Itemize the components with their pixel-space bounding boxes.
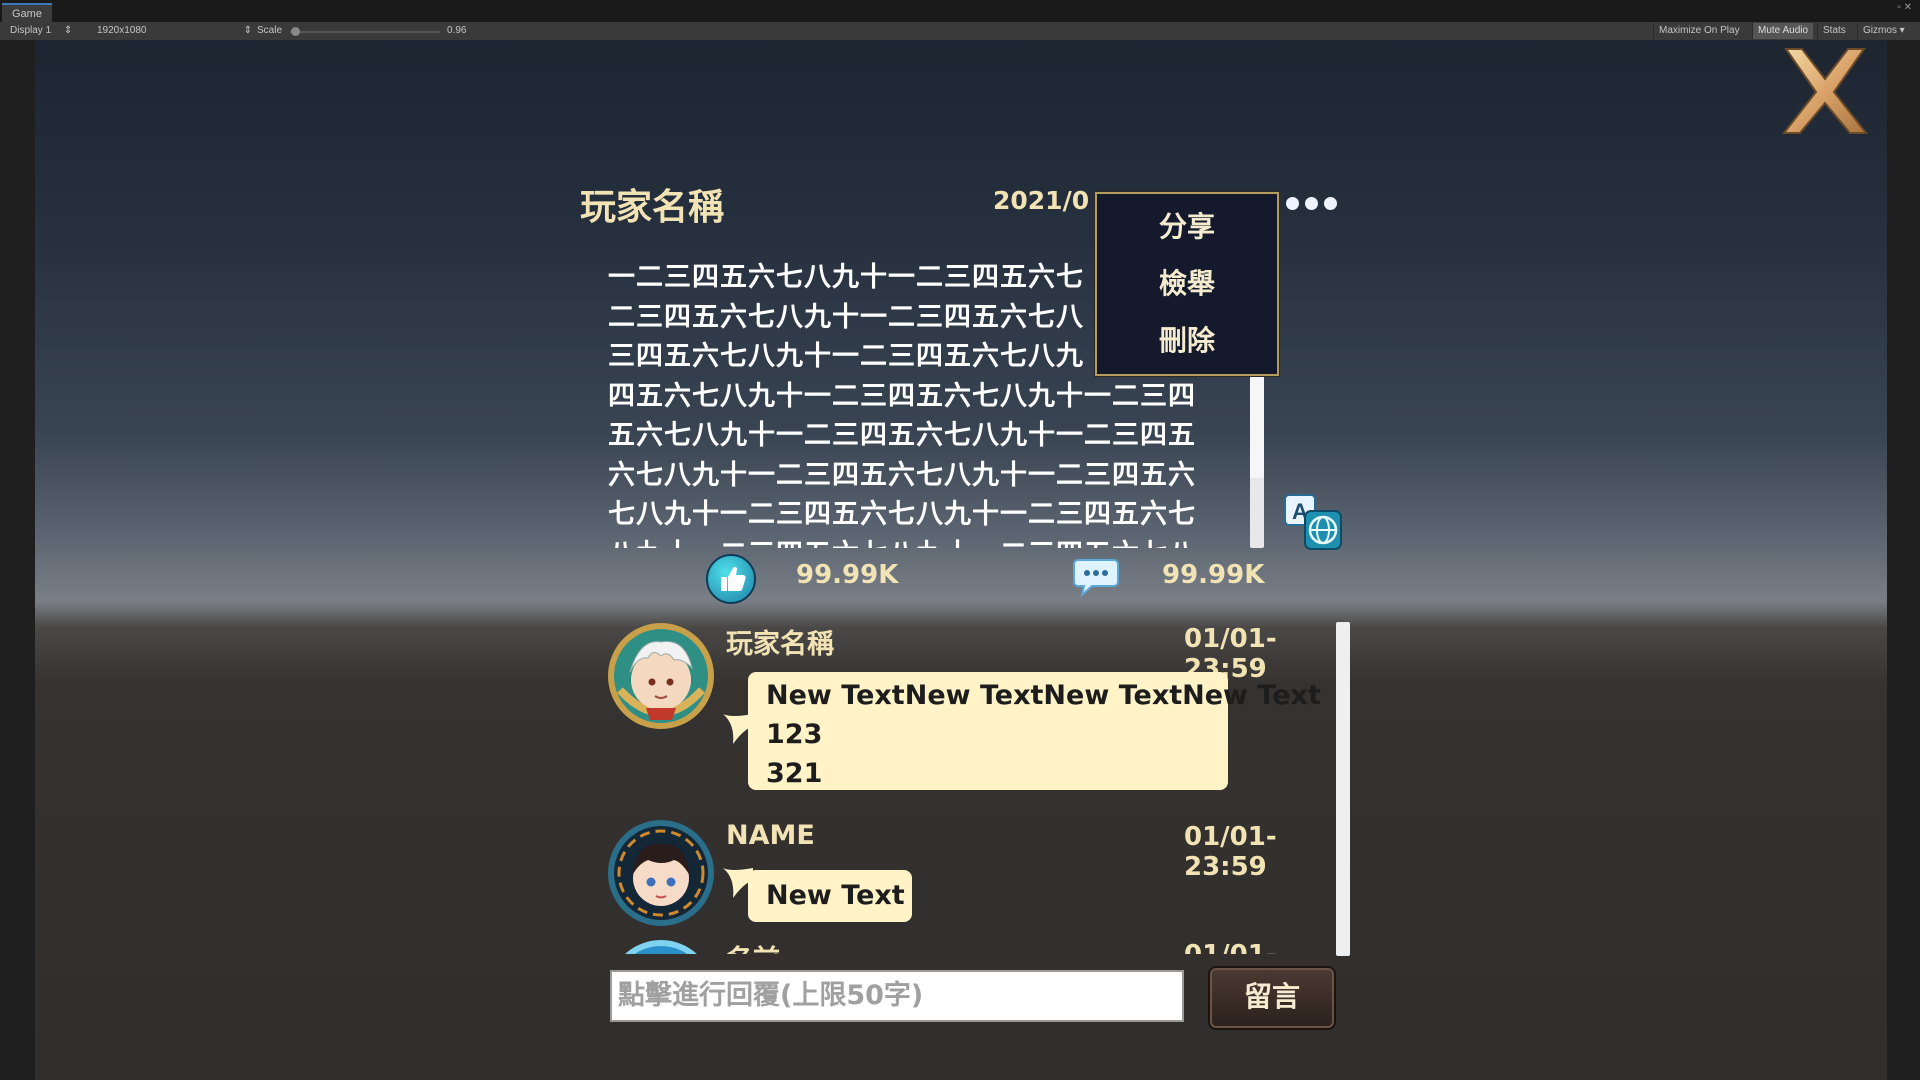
comment-timestamp: 01/01-23:59 [1184, 822, 1277, 882]
comment-list-scrollbar[interactable] [1336, 622, 1350, 956]
post-text-line: 五六七八九十一二三四五六七八九十一二三四五 [608, 420, 1196, 451]
gizmos-button[interactable]: Gizmos ▾ [1857, 23, 1910, 39]
reply-input[interactable]: 點擊進行回覆(上限50字) [610, 970, 1184, 1022]
mute-audio-button[interactable]: Mute Audio [1752, 23, 1814, 39]
stats-button[interactable]: Stats [1817, 23, 1851, 39]
maximize-on-play-button[interactable]: Maximize On Play [1653, 23, 1745, 39]
close-icon[interactable] [1778, 45, 1872, 139]
gizmos-label: Gizmos [1863, 25, 1897, 36]
like-count: 99.99K [796, 560, 899, 590]
menu-item-share[interactable]: 分享 [1097, 202, 1277, 252]
submit-comment-button[interactable]: 留言 [1208, 966, 1336, 1030]
scale-slider-handle[interactable] [291, 27, 300, 36]
post-body-scrollbar-thumb[interactable] [1250, 370, 1264, 478]
comment-author-name: 玩家名稱 [726, 629, 834, 660]
comment-list[interactable]: 玩家名稱 01/01-23:59 New TextNew TextNew Tex… [606, 616, 1326, 954]
comment-bubble: New Text [748, 870, 912, 922]
more-dot-icon [1305, 197, 1318, 210]
comment-timestamp: 01/01-23:59 [1184, 940, 1326, 954]
comment-text-line: New TextNew TextNew TextNew Text [766, 680, 1321, 711]
post-text-line: 六七八九十一二三四五六七八九十一二三四五六 [608, 459, 1196, 491]
window-controls[interactable]: ▫ ✕ [1897, 2, 1912, 13]
game-view-toolbar: Display 1 ⇕ 1920x1080 ⇕ Scale 0.96 Maximi… [0, 22, 1920, 41]
comment-count: 99.99K [1162, 560, 1265, 590]
comment-text-line: 123 [766, 719, 823, 750]
comment-bubble-icon[interactable] [1072, 557, 1120, 597]
post-options-menu: 分享 檢舉 刪除 [1095, 192, 1279, 376]
avatar[interactable] [606, 938, 716, 954]
thumbs-up-icon [721, 566, 746, 591]
resolution-select[interactable]: 1920x1080 ⇕ [97, 22, 252, 40]
more-dot-icon [1286, 197, 1299, 210]
comment-text-line: 321 [766, 758, 823, 789]
game-tab[interactable]: Game [2, 3, 52, 24]
post-text-line: 八九十一二三四五六七八九十一二三四五六七八 [608, 535, 1228, 549]
display-label: Display 1 [10, 25, 52, 36]
game-view-margin-left [0, 40, 35, 1080]
comment-bubble: New TextNew TextNew TextNew Text 123 321 [748, 672, 1321, 790]
menu-item-delete[interactable]: 刪除 [1097, 316, 1277, 366]
post-date: 2021/01 [993, 186, 1088, 215]
like-button[interactable] [706, 554, 756, 604]
scale-label: Scale [257, 25, 283, 36]
game-view-margin-right [1887, 40, 1920, 1080]
reply-placeholder: 點擊進行回覆(上限50字) [618, 980, 924, 1011]
resolution-label: 1920x1080 [97, 25, 147, 36]
game-tab-label: Game [12, 8, 42, 20]
comment-author-name: NAME [726, 820, 815, 851]
post-text-line: 七八九十一二三四五六七八九十一二三四五六七 [608, 499, 1196, 530]
display-select[interactable]: Display 1 ⇕ [10, 22, 72, 40]
avatar[interactable] [606, 818, 716, 928]
more-dot-icon [1324, 197, 1337, 210]
comment-text-line: New Text [766, 880, 905, 911]
comment-author-name: 名前 [726, 938, 780, 954]
scale-value: 0.96 [447, 25, 467, 36]
scale-slider-track[interactable] [290, 31, 440, 33]
editor-tab-bar: Game ▫ ✕ [0, 0, 1920, 24]
avatar[interactable] [606, 620, 716, 730]
post-text-line: 四五六七八九十一二三四五六七八九十一二三四 [608, 380, 1196, 412]
translate-icon[interactable]: A [1283, 493, 1343, 551]
more-options-button[interactable] [1284, 194, 1340, 214]
post-author-name: 玩家名稱 [580, 187, 725, 228]
menu-item-report[interactable]: 檢舉 [1097, 259, 1277, 309]
